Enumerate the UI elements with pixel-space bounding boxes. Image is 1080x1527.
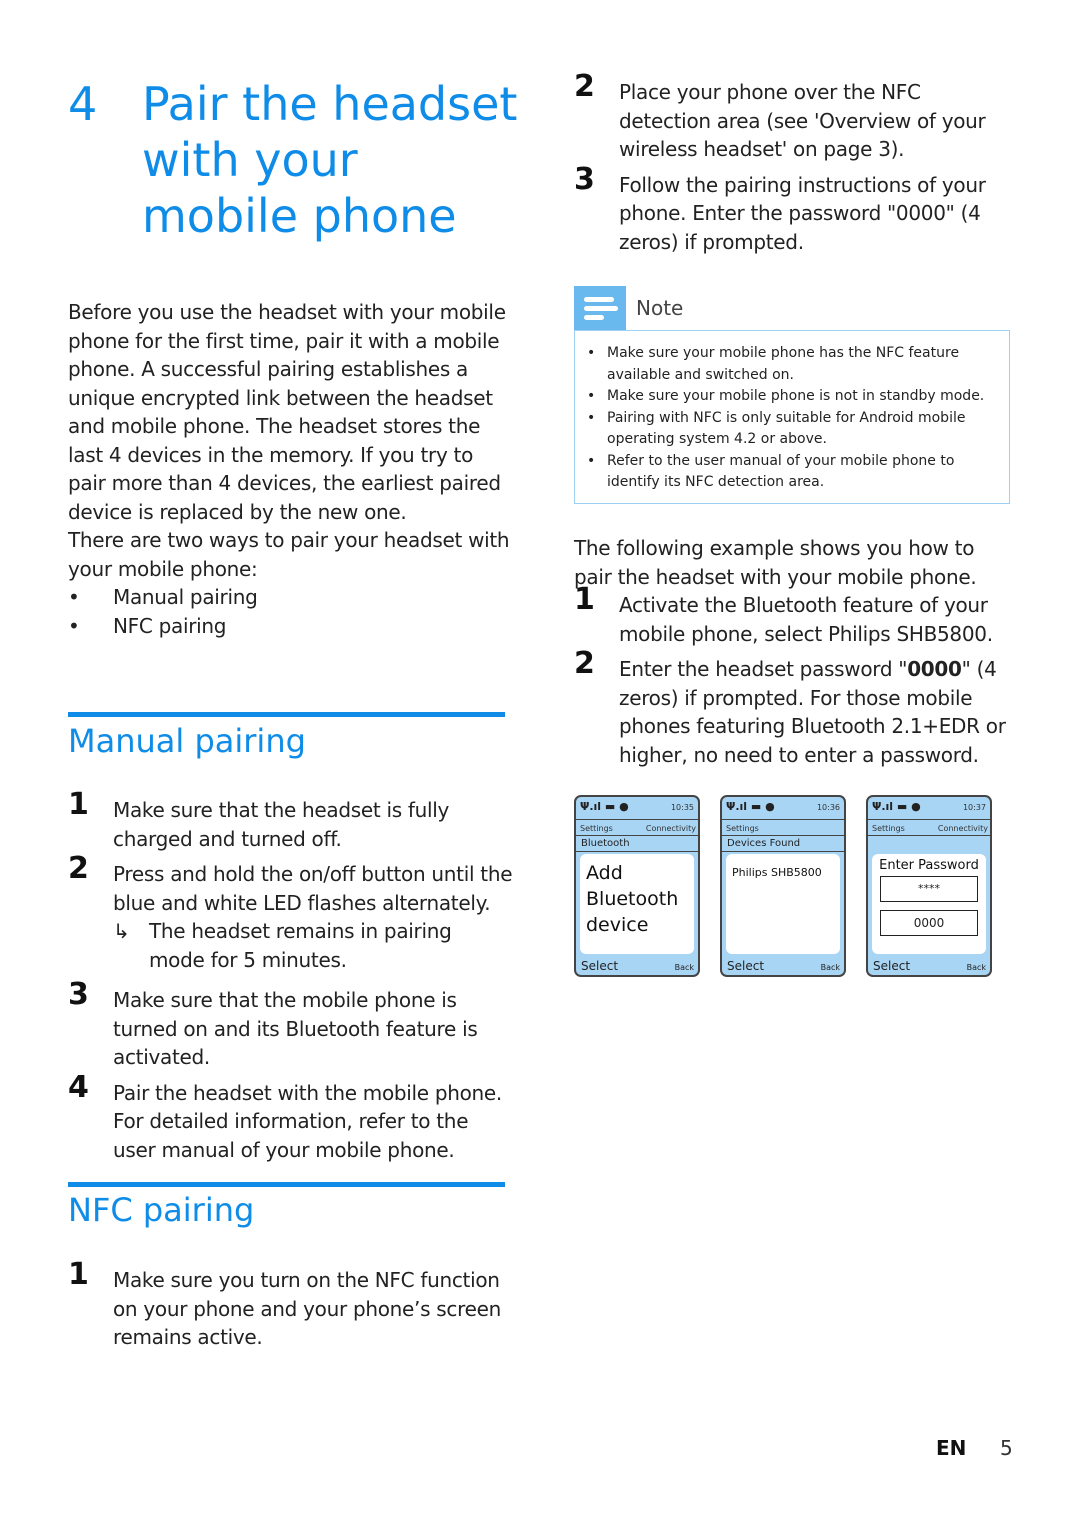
step: 3 Follow the pairing instructions of you… bbox=[574, 164, 1014, 257]
note-body: Make sure your mobile phone has the NFC … bbox=[574, 330, 1010, 504]
softkey-back: Back bbox=[674, 963, 694, 972]
phone-time: 10:37 bbox=[962, 803, 986, 812]
intro-paragraph: There are two ways to pair your headset … bbox=[68, 528, 510, 581]
pairing-ways-list: Manual pairing NFC pairing bbox=[68, 583, 513, 640]
phone-content: Add Bluetooth device bbox=[580, 854, 694, 954]
step: 3 Make sure that the mobile phone is tur… bbox=[68, 980, 513, 1072]
password-prompt: Enter Password bbox=[879, 858, 979, 873]
result-arrow-icon: ↳ bbox=[113, 919, 130, 943]
example-intro: The following example shows you how to p… bbox=[574, 536, 977, 589]
softkey-select: Select bbox=[581, 959, 619, 973]
nav-left: Settings bbox=[580, 824, 613, 833]
masked-password-field: **** bbox=[880, 876, 978, 902]
password-field: 0000 bbox=[880, 910, 978, 936]
softkey-back: Back bbox=[820, 963, 840, 972]
step: 4 Pair the headset with the mobile phone… bbox=[68, 1072, 513, 1165]
page-number: 5 bbox=[1000, 1436, 1013, 1460]
chapter-title-line: Pair the headset bbox=[142, 77, 518, 131]
nav-right: Connectivity bbox=[937, 824, 988, 833]
list-item: NFC pairing bbox=[68, 612, 513, 641]
step-text: Place your phone over the NFC detection … bbox=[619, 80, 986, 161]
phone-content: Philips SHB5800 bbox=[726, 854, 840, 954]
note-item: Make sure your mobile phone is not in st… bbox=[575, 386, 1009, 408]
status-icons: Ψ.ıl ▬ ● bbox=[726, 800, 775, 813]
step-number: 3 bbox=[574, 161, 595, 197]
note-icon bbox=[574, 286, 626, 330]
step-number: 1 bbox=[574, 582, 595, 617]
step-text: Follow the pairing instructions of your … bbox=[619, 172, 986, 254]
phone-time: 10:36 bbox=[816, 803, 840, 812]
step-number: 1 bbox=[68, 1257, 89, 1292]
softkey-select: Select bbox=[727, 959, 765, 973]
phone-screens-illustration: Ψ.ıl ▬ ● 10:35 Settings Connectivity Bluet… bbox=[574, 795, 994, 979]
note-item: Refer to the user manual of your mobile … bbox=[575, 451, 1009, 494]
password-bold: 0000 bbox=[907, 657, 962, 681]
step-text: Enter the headset password " bbox=[619, 657, 908, 681]
phone-screen-add-device: Ψ.ıl ▬ ● 10:35 Settings Connectivity Bluet… bbox=[574, 795, 700, 977]
example-section: The following example shows you how to p… bbox=[574, 534, 1014, 776]
status-icons: Ψ.ıl ▬ ● bbox=[872, 800, 921, 813]
nfc-steps-right: 2 Place your phone over the NFC detectio… bbox=[574, 72, 1014, 263]
chapter-title-line: with your bbox=[142, 133, 358, 187]
step-number: 4 bbox=[68, 1069, 89, 1105]
phone-subheader bbox=[868, 836, 990, 851]
chapter-number: 4 bbox=[68, 77, 98, 131]
note-label: Note bbox=[636, 296, 684, 320]
intro-section: Before you use the headset with your mob… bbox=[68, 298, 513, 640]
nav-left: Settings bbox=[726, 824, 759, 833]
phone-content-text: Add Bluetooth device bbox=[586, 862, 679, 936]
step: 2 Press and hold the on/off button until… bbox=[68, 854, 513, 974]
step-number: 2 bbox=[68, 851, 89, 886]
step-text: Make sure that the headset is fully char… bbox=[113, 798, 450, 851]
step: 1 Make sure you turn on the NFC function… bbox=[68, 1260, 513, 1352]
phone-content: Enter Password **** 0000 bbox=[872, 854, 986, 954]
softkey-back: Back bbox=[966, 963, 986, 972]
intro-paragraph: Before you use the headset with your mob… bbox=[68, 300, 506, 524]
softkey-select: Select bbox=[873, 959, 911, 973]
step-number: 1 bbox=[68, 787, 89, 822]
nav-right: Connectivity bbox=[645, 824, 696, 833]
step-text: Make sure you turn on the NFC function o… bbox=[113, 1268, 501, 1349]
nav-left: Settings bbox=[872, 824, 905, 833]
step-number: 2 bbox=[574, 69, 595, 104]
result-text: The headset remains in pairing mode for … bbox=[149, 919, 452, 972]
step-text: Activate the Bluetooth feature of your m… bbox=[619, 593, 993, 646]
step-text: Make sure that the mobile phone is turne… bbox=[113, 988, 478, 1069]
step: 2 Place your phone over the NFC detectio… bbox=[574, 72, 1014, 164]
section-divider bbox=[68, 712, 505, 717]
footer-language: EN bbox=[936, 1436, 967, 1460]
step-text: Pair the headset with the mobile phone. … bbox=[113, 1080, 502, 1162]
phone-screen-enter-password: Ψ.ıl ▬ ● 10:37 Settings Connectivity Enter… bbox=[866, 795, 992, 977]
step-number: 2 bbox=[574, 646, 595, 681]
phone-screen-devices-found: Ψ.ıl ▬ ● 10:36 Settings Devices Found Phi… bbox=[720, 795, 846, 977]
note-item: Pairing with NFC is only suitable for An… bbox=[575, 408, 1009, 451]
note-item: Make sure your mobile phone has the NFC … bbox=[575, 343, 1009, 386]
phone-subheader: Devices Found bbox=[722, 836, 844, 852]
nfc-steps-left: 1 Make sure you turn on the NFC function… bbox=[68, 1260, 513, 1359]
step: 2 Enter the headset password "0000" (4 z… bbox=[574, 649, 1014, 769]
step: 1 Make sure that the headset is fully ch… bbox=[68, 790, 513, 853]
status-icons: Ψ.ıl ▬ ● bbox=[580, 800, 629, 813]
step-number: 3 bbox=[68, 977, 89, 1012]
section-divider bbox=[68, 1182, 505, 1187]
list-item: Manual pairing bbox=[68, 583, 513, 612]
device-list-item: Philips SHB5800 bbox=[732, 866, 822, 879]
step: 1 Activate the Bluetooth feature of your… bbox=[574, 585, 1014, 648]
phone-subheader: Bluetooth bbox=[576, 836, 698, 852]
step-result: ↳ The headset remains in pairing mode fo… bbox=[113, 917, 513, 974]
step-text: Press and hold the on/off button until t… bbox=[113, 862, 513, 915]
section-heading-manual: Manual pairing bbox=[68, 722, 306, 760]
phone-time: 10:35 bbox=[670, 803, 694, 812]
section-heading-nfc: NFC pairing bbox=[68, 1191, 255, 1229]
manual-steps: 1 Make sure that the headset is fully ch… bbox=[68, 790, 513, 1171]
chapter-title-line: mobile phone bbox=[142, 189, 457, 243]
